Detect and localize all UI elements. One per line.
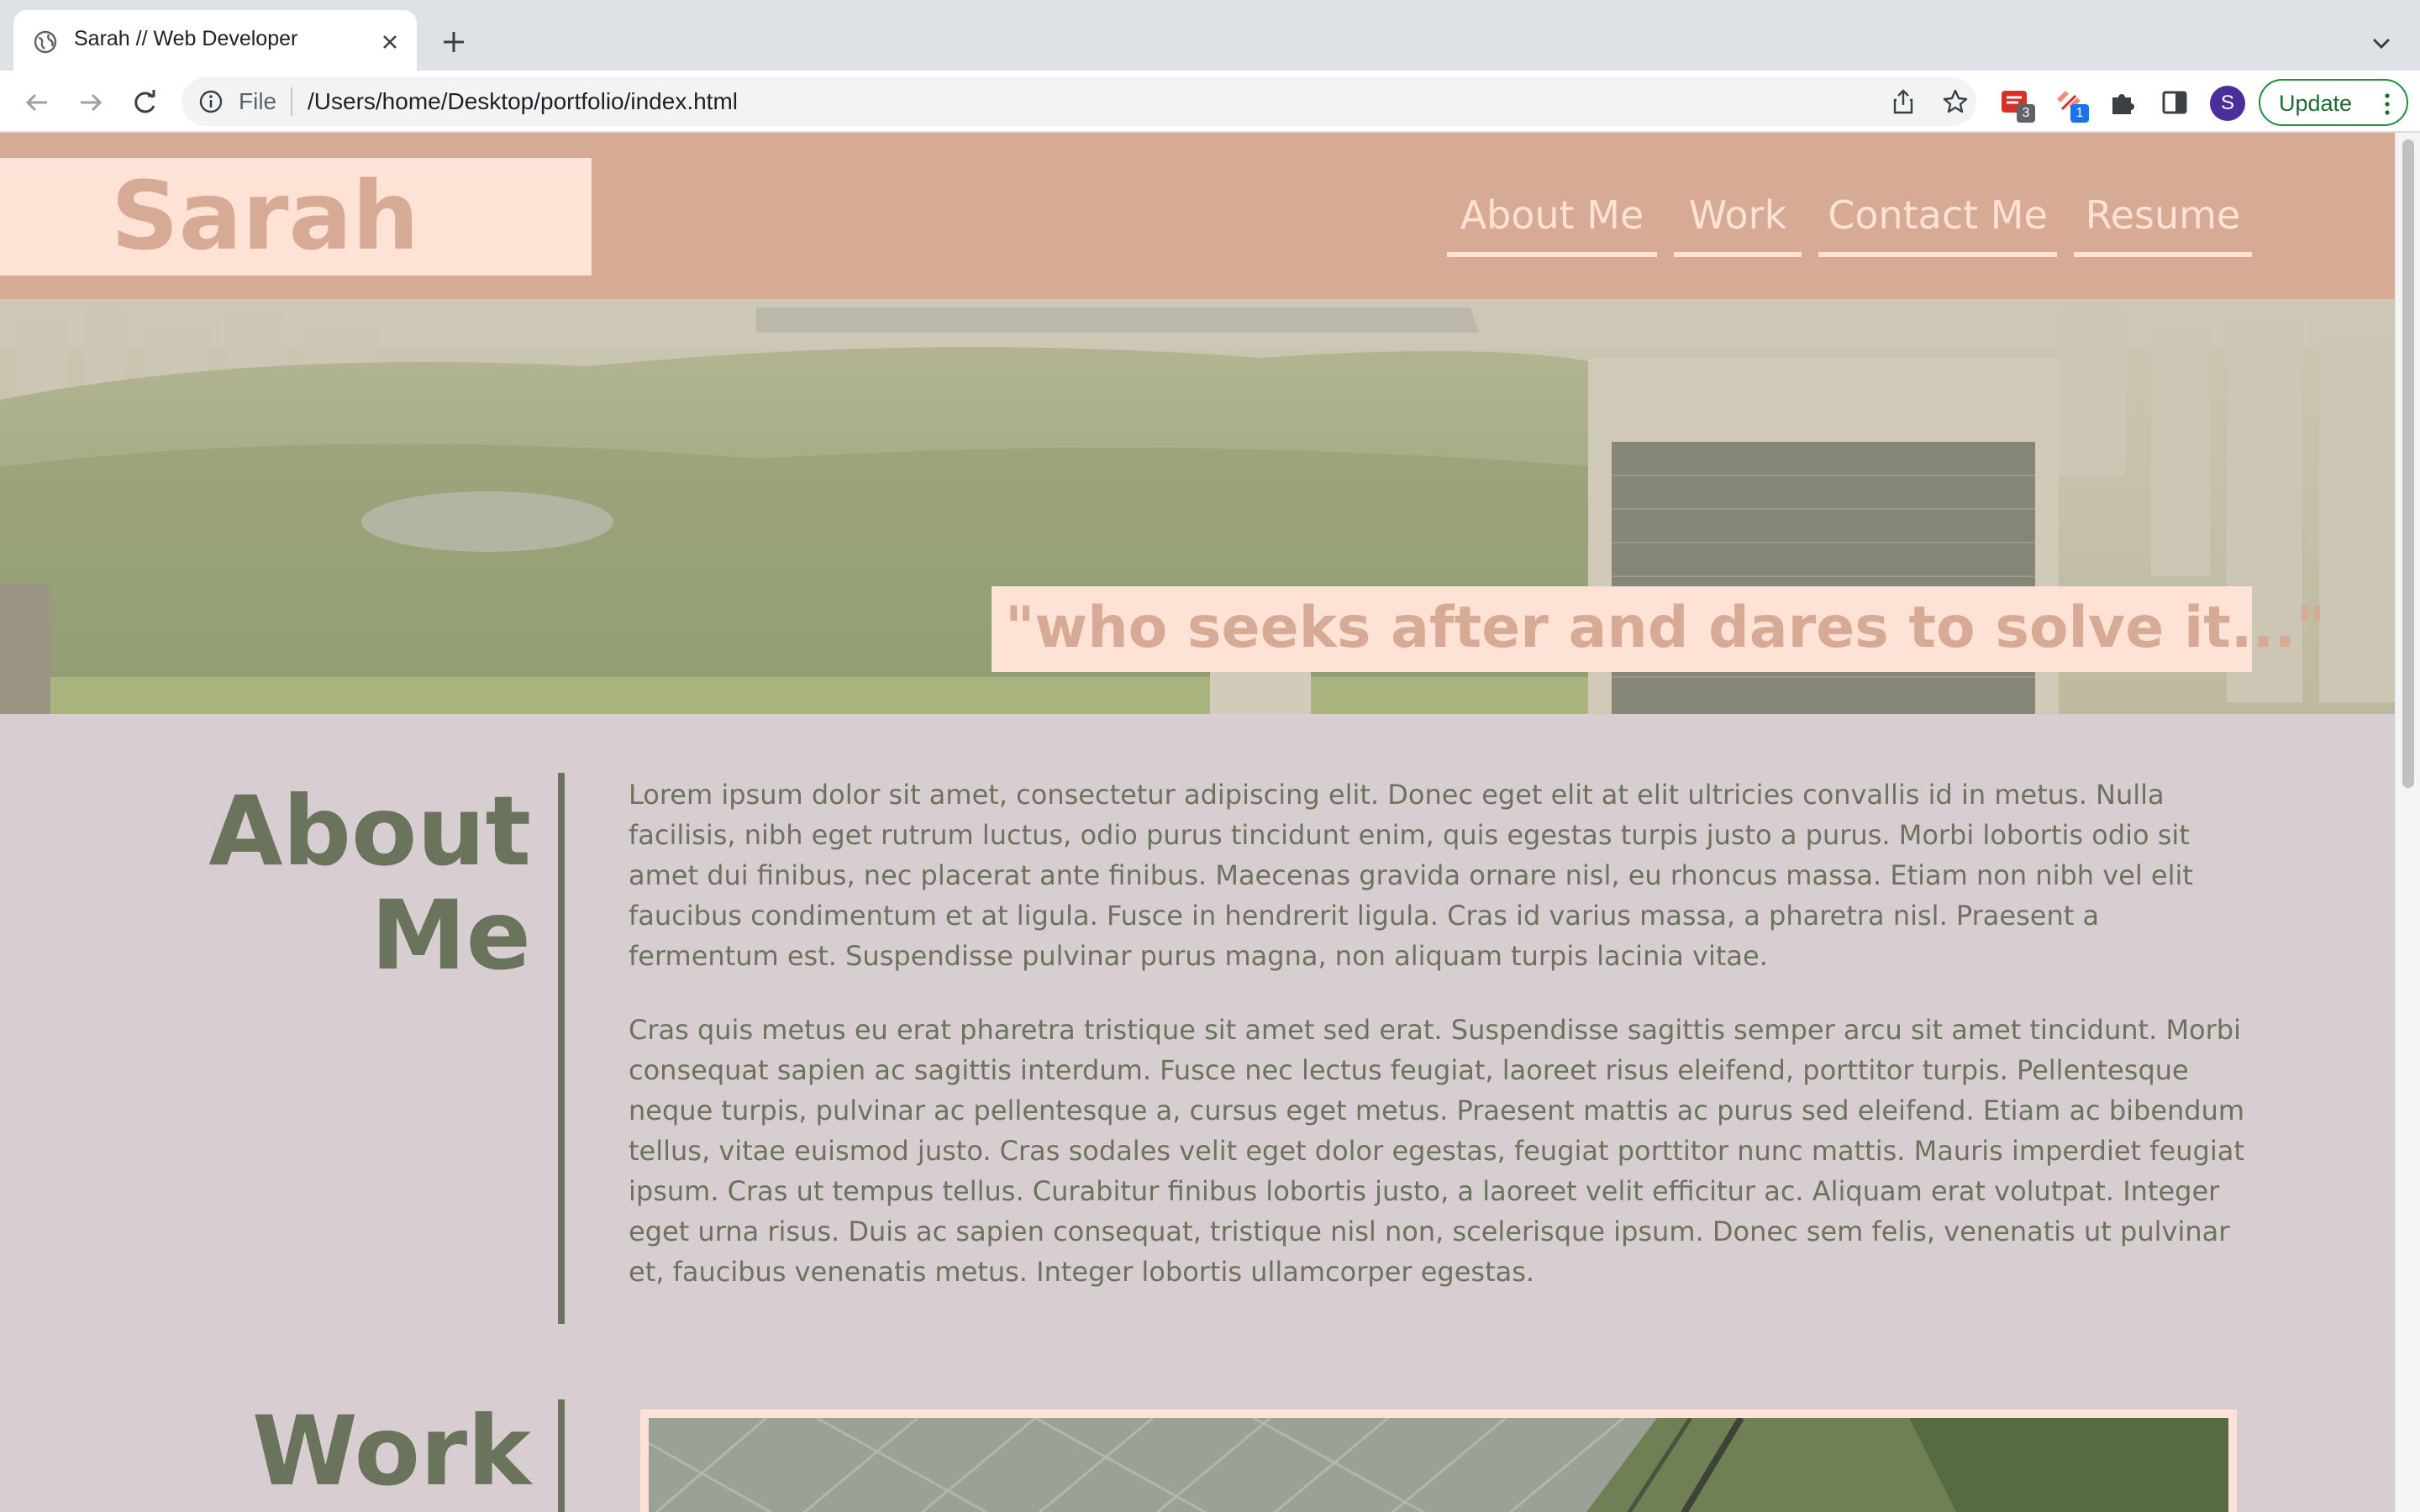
about-heading-line2: Me [371, 879, 531, 991]
close-icon[interactable] [376, 29, 403, 55]
about-paragraph: Cras quis metus eu erat pharetra tristiq… [629, 1014, 2245, 1288]
update-button[interactable]: Update [2259, 79, 2408, 126]
omnibox-divider [291, 87, 292, 116]
about-body: Lorem ipsum dolor sit amet, consectetur … [629, 774, 2255, 1326]
about-heading-line1: About [208, 775, 531, 887]
about-heading: About Me [101, 780, 531, 988]
ext-pink-icon[interactable]: 1 [2054, 87, 2089, 123]
work-project-card[interactable] [640, 1410, 2237, 1512]
back-arrow-icon[interactable] [20, 86, 54, 119]
tab-title: Sarah // Web Developer [74, 27, 298, 50]
brand-box: Sarah [0, 158, 592, 276]
globe-icon [34, 30, 57, 54]
hero-quote: "who seeks after and dares to solve it..… [1005, 595, 2326, 661]
bookmark-star-icon[interactable] [1941, 87, 1970, 116]
brand-name[interactable]: Sarah [111, 170, 419, 264]
nav-resume[interactable]: Resume [2074, 192, 2252, 257]
new-tab-icon[interactable] [437, 25, 471, 59]
profile-avatar[interactable]: S [2210, 86, 2245, 121]
ext-red-icon[interactable]: 3 [2000, 87, 2035, 123]
puzzle-icon[interactable] [2107, 87, 2138, 118]
nav-contact-me[interactable]: Contact Me [1818, 192, 2057, 257]
tab-strip: Sarah // Web Developer [0, 0, 2420, 71]
browser-tab[interactable]: Sarah // Web Developer [13, 10, 417, 71]
chevron-down-icon[interactable] [2366, 29, 2396, 59]
site-header: Sarah About Me Work Contact Me Resume [0, 133, 2395, 299]
update-label: Update [2279, 91, 2353, 116]
ext-badge: 3 [2017, 104, 2035, 123]
nav-about-me[interactable]: About Me [1447, 192, 1657, 257]
info-icon[interactable] [198, 89, 224, 114]
project-screenshot-image [649, 1418, 2228, 1512]
browser-toolbar: File /Users/home/Desktop/portfolio/index… [0, 71, 2420, 133]
side-panel-icon[interactable] [2160, 87, 2190, 118]
forward-arrow-icon[interactable] [74, 86, 108, 119]
nav-work[interactable]: Work [1674, 192, 1802, 257]
page-viewport: Sarah About Me Work Contact Me Resume "w… [0, 133, 2420, 1512]
hero-banner: "who seeks after and dares to solve it..… [0, 299, 2395, 714]
url-text[interactable]: /Users/home/Desktop/portfolio/index.html [308, 88, 738, 115]
address-bar[interactable]: File /Users/home/Desktop/portfolio/index… [182, 77, 1976, 126]
share-icon[interactable] [1889, 87, 1918, 116]
page-scrollbar[interactable] [2395, 133, 2420, 1512]
section-divider [558, 773, 565, 1324]
url-scheme-label: File [239, 88, 277, 114]
about-paragraph: Lorem ipsum dolor sit amet, consectetur … [629, 779, 2193, 972]
reload-icon[interactable] [128, 86, 161, 119]
ext-badge: 1 [2070, 104, 2089, 123]
section-divider [558, 1399, 565, 1512]
hero-quote-box: "who seeks after and dares to solve it..… [992, 586, 2326, 672]
work-heading: Work [251, 1395, 531, 1507]
scrollbar-thumb[interactable] [2402, 139, 2414, 788]
more-vert-icon[interactable] [2383, 92, 2391, 116]
